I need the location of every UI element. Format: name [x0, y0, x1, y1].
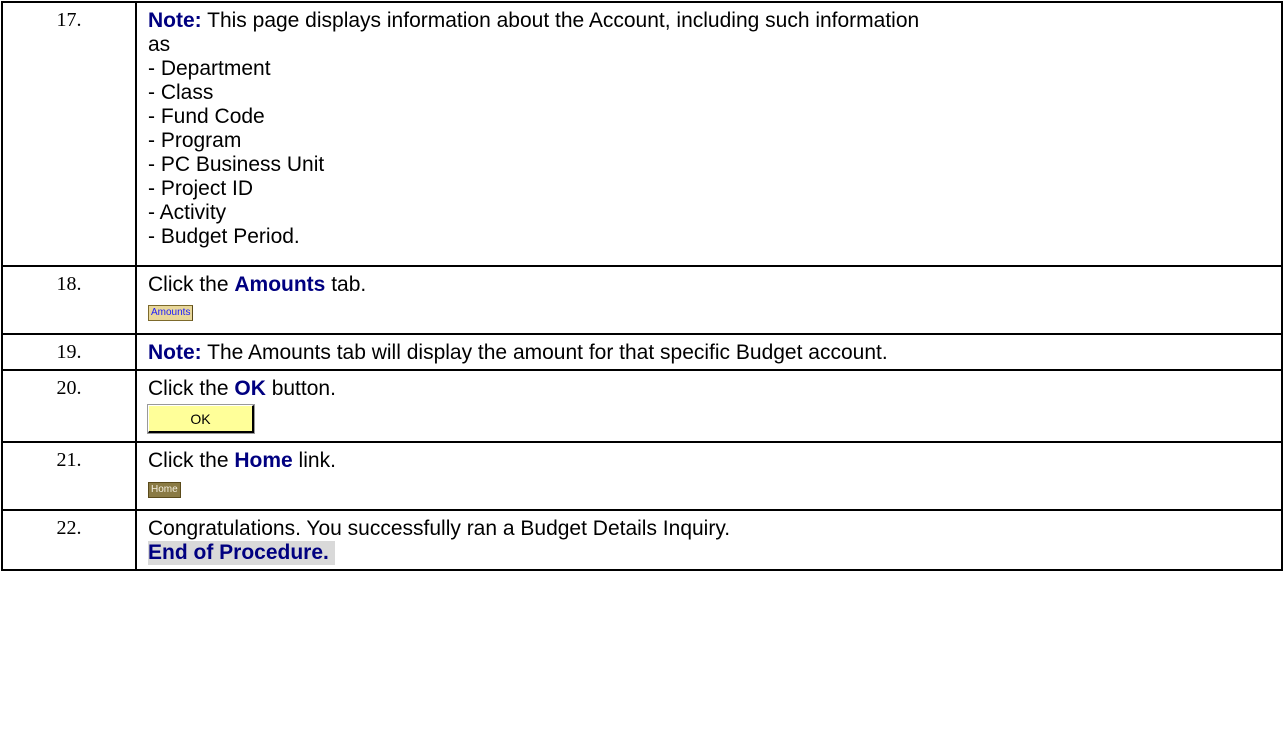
- list-item: - PC Business Unit: [148, 153, 325, 176]
- instruction-text: Click the: [148, 449, 235, 472]
- step-row: 20. Click the OK button. OK: [1, 369, 1283, 443]
- instruction-text: button.: [265, 377, 336, 400]
- home-link[interactable]: Home: [148, 482, 181, 498]
- note-text: This page displays information about the…: [201, 9, 920, 32]
- step-row: 19. Note: The Amounts tab will display t…: [1, 333, 1283, 371]
- list-item: - Activity: [148, 201, 227, 224]
- step-content: Click the OK button. OK: [135, 369, 1283, 443]
- instruction-text: tab.: [325, 273, 367, 296]
- step-content: Note: The Amounts tab will display the a…: [135, 333, 1283, 371]
- end-of-procedure: End of Procedure.: [148, 541, 335, 565]
- list-item: - Department: [148, 57, 271, 80]
- ok-button[interactable]: OK: [148, 405, 254, 433]
- step-number: 17.: [1, 1, 137, 267]
- note-label: Note:: [148, 9, 202, 32]
- step-note-line: Note: This page displays information abo…: [148, 9, 1273, 33]
- step-row: 21. Click the Home link. Home: [1, 441, 1283, 511]
- instruction-text: link.: [292, 449, 336, 472]
- step-number: 22.: [1, 509, 137, 571]
- step-content: Click the Home link. Home: [135, 441, 1283, 511]
- step-row: 18. Click the Amounts tab. Amounts: [1, 265, 1283, 335]
- step-row: 22. Congratulations. You successfully ra…: [1, 509, 1283, 571]
- instruction-keyword: OK: [234, 377, 266, 400]
- step-content: Note: This page displays information abo…: [135, 1, 1283, 267]
- step-number: 20.: [1, 369, 137, 443]
- list-item: - Program: [148, 129, 242, 152]
- procedure-steps-table: 17. Note: This page displays information…: [1, 1, 1283, 571]
- step-note-line: Note: The Amounts tab will display the a…: [148, 341, 1273, 365]
- instruction-text: Click the: [148, 273, 235, 296]
- congratulations-text: Congratulations. You successfully ran a …: [148, 517, 731, 540]
- list-item: - Class: [148, 81, 214, 104]
- note-text: The Amounts tab will display the amount …: [201, 341, 888, 364]
- note-label: Note:: [148, 341, 202, 364]
- step-content: Click the Amounts tab. Amounts: [135, 265, 1283, 335]
- step-instruction: Click the OK button.: [148, 377, 1273, 401]
- step-row: 17. Note: This page displays information…: [1, 1, 1283, 267]
- list-item: - Budget Period.: [148, 225, 300, 248]
- instruction-keyword: Amounts: [234, 273, 326, 296]
- step-content: Congratulations. You successfully ran a …: [135, 509, 1283, 571]
- list-item: - Fund Code: [148, 105, 265, 128]
- note-text-continued: as: [148, 33, 171, 56]
- list-item: - Project ID: [148, 177, 254, 200]
- instruction-keyword: Home: [234, 449, 293, 472]
- instruction-text: Click the: [148, 377, 235, 400]
- amounts-tab[interactable]: Amounts: [148, 305, 194, 321]
- step-number: 21.: [1, 441, 137, 511]
- step-number: 18.: [1, 265, 137, 335]
- step-instruction: Click the Amounts tab.: [148, 273, 1273, 297]
- step-number: 19.: [1, 333, 137, 371]
- step-instruction: Click the Home link.: [148, 449, 1273, 473]
